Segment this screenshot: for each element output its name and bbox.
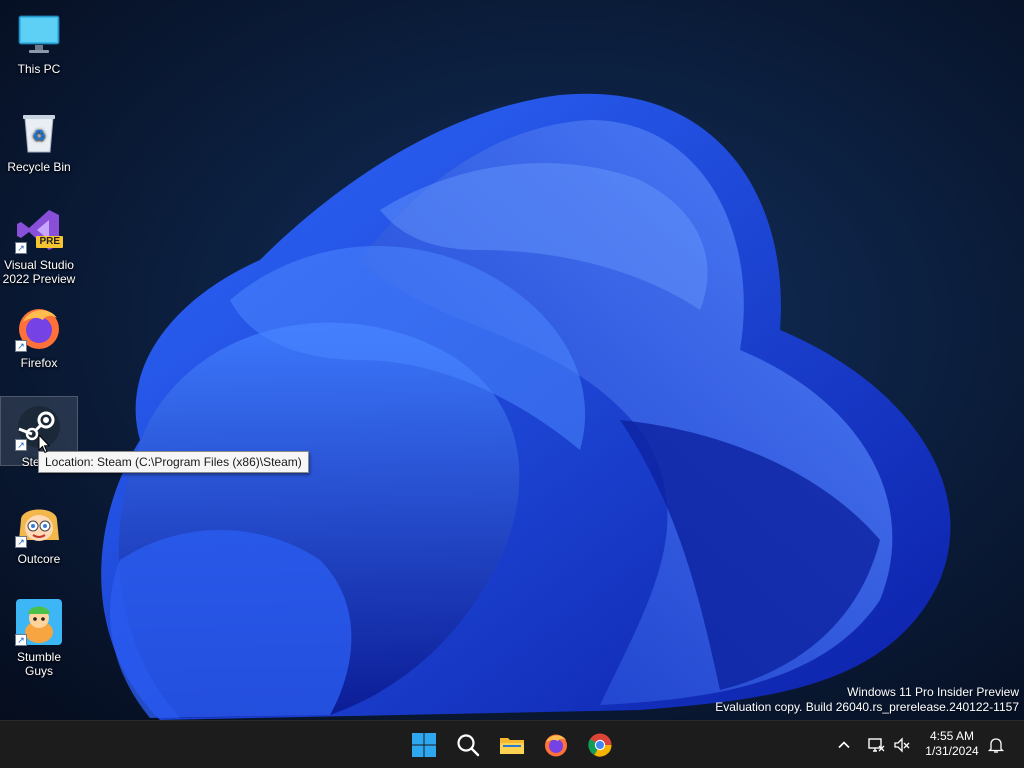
evaluation-watermark: Windows 11 Pro Insider Preview Evaluatio… xyxy=(715,685,1019,715)
chrome-icon xyxy=(588,733,612,757)
shortcut-arrow-icon: ↗ xyxy=(15,634,27,646)
desktop-icon-outcore[interactable]: ↗ Outcore xyxy=(0,494,78,566)
desktop-icon-recycle-bin[interactable]: ♻ Recycle Bin xyxy=(0,102,78,174)
desktop-icon-label: Stumble Guys xyxy=(16,650,62,678)
shortcut-arrow-icon: ↗ xyxy=(15,242,27,254)
chrome-taskbar-button[interactable] xyxy=(582,727,618,763)
desktop-icon-this-pc[interactable]: This PC xyxy=(0,4,78,76)
notification-bell-icon xyxy=(987,738,1005,753)
monitor-icon xyxy=(18,15,60,53)
desktop-icon-label: Recycle Bin xyxy=(7,160,71,174)
volume-button[interactable] xyxy=(890,731,914,759)
search-button[interactable] xyxy=(450,727,486,763)
watermark-edition: Windows 11 Pro Insider Preview xyxy=(847,685,1019,699)
svg-text:♻: ♻ xyxy=(32,126,46,145)
desktop-icon-label: Firefox xyxy=(20,356,58,370)
shortcut-arrow-icon: ↗ xyxy=(15,340,27,352)
volume-muted-icon xyxy=(894,737,910,753)
chevron-up-icon xyxy=(838,741,850,749)
mouse-cursor-icon xyxy=(38,434,50,454)
network-icon xyxy=(868,738,885,752)
desktop-icon-label: This PC xyxy=(17,62,61,76)
file-explorer-icon xyxy=(500,738,524,754)
desktop-icon-firefox[interactable]: ↗ Firefox xyxy=(0,298,78,370)
desktop-icon-visual-studio[interactable]: PRE ↗ Visual Studio 2022 Preview xyxy=(0,200,78,286)
clock-time: 4:55 AM xyxy=(929,729,975,743)
recycle-bin-icon: ♻ xyxy=(23,115,55,153)
shortcut-arrow-icon: ↗ xyxy=(15,536,27,548)
steam-location-tooltip: Location: Steam (C:\Program Files (x86)\… xyxy=(38,451,309,473)
shortcut-arrow-icon: ↗ xyxy=(15,439,27,451)
firefox-icon xyxy=(545,734,567,757)
taskbar-clock[interactable]: 4:55 AM 1/31/2024 xyxy=(916,729,988,759)
desktop-icon-stumble-guys[interactable]: ↗ Stumble Guys xyxy=(0,592,78,678)
desktop-icon-label: Visual Studio 2022 Preview xyxy=(2,258,76,286)
start-button[interactable] xyxy=(406,727,442,763)
desktop-icon-label: Outcore xyxy=(17,552,61,566)
desktop-wallpaper xyxy=(0,0,1024,720)
file-explorer-button[interactable] xyxy=(494,727,530,763)
notifications-button[interactable] xyxy=(984,731,1008,759)
network-status-button[interactable] xyxy=(864,731,888,759)
windows-start-icon xyxy=(412,733,436,757)
firefox-taskbar-button[interactable] xyxy=(538,727,574,763)
watermark-build: Evaluation copy. Build 26040.rs_prerelea… xyxy=(715,700,1019,714)
show-hidden-icons-button[interactable] xyxy=(832,731,856,759)
clock-date: 1/31/2024 xyxy=(925,744,979,758)
preview-badge: PRE xyxy=(36,236,63,248)
taskbar: 4:55 AM 1/31/2024 xyxy=(0,720,1024,768)
search-icon xyxy=(457,734,480,757)
